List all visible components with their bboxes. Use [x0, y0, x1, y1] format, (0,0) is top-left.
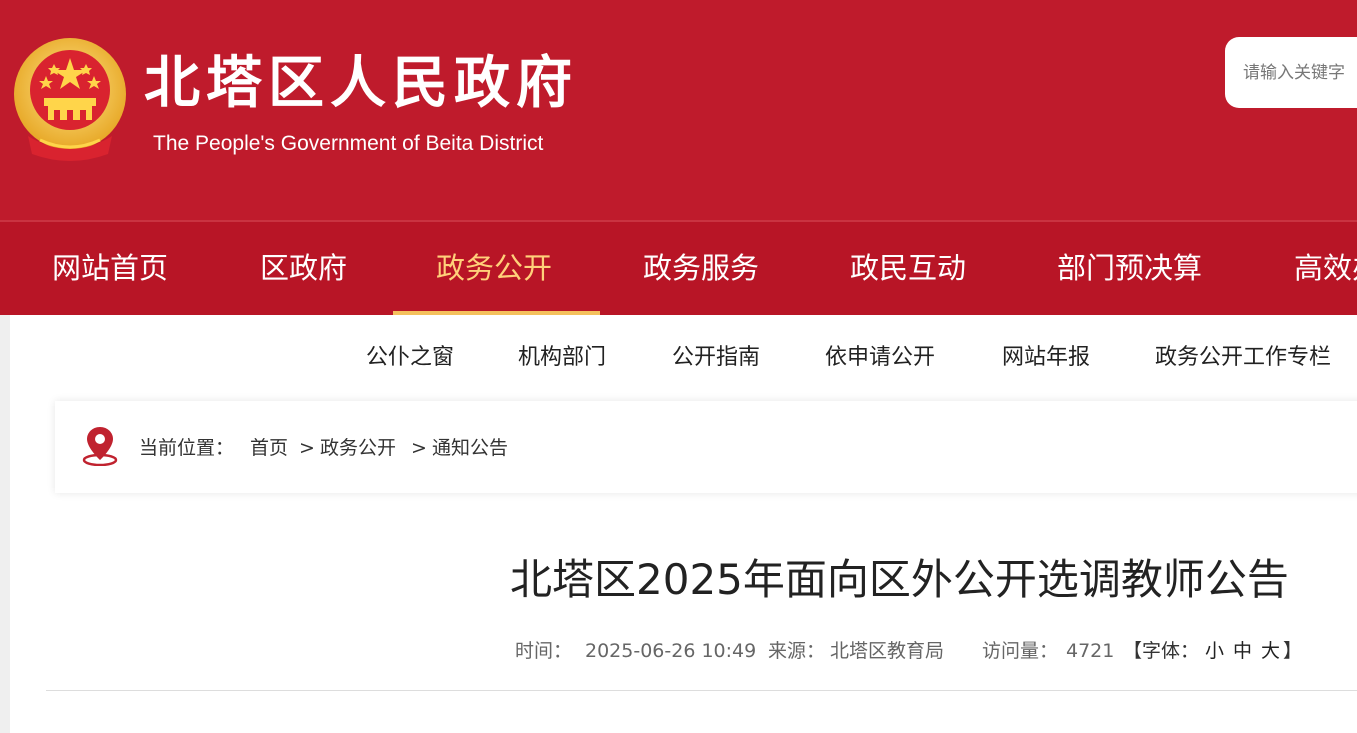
breadcrumb-disclosure-link[interactable]: 政务公开 [320, 433, 396, 463]
font-size-medium-button[interactable]: 中 [1233, 636, 1252, 666]
subnav-item-annual-report[interactable]: 网站年报 [1002, 336, 1090, 380]
meta-source-value: 北塔区教育局 [830, 640, 945, 662]
breadcrumb: 当前位置： 首页 > 政务公开 > 通知公告 [55, 401, 1357, 493]
subnav-item-disclosure-column[interactable]: 政务公开工作专栏 [1155, 336, 1331, 380]
national-emblem-icon [14, 38, 126, 161]
nav-item-efficient-service[interactable]: 高效办成一件事 [1294, 222, 1357, 315]
meta-time-value: 2025-06-26 10:49 [585, 640, 757, 662]
breadcrumb-separator: > [411, 437, 427, 459]
site-subtitle: The People's Government of Beita Distric… [153, 132, 544, 155]
meta-divider [46, 690, 1357, 691]
meta-source-label: 来源： [768, 640, 826, 662]
subnav-item-departments[interactable]: 机构部门 [518, 336, 606, 380]
location-pin-icon [82, 427, 118, 466]
font-size-small-button[interactable]: 小 [1205, 636, 1224, 666]
breadcrumb-notice-link[interactable]: 通知公告 [432, 433, 508, 463]
meta-views-label: 访问量： [982, 640, 1059, 662]
subnav-item-apply-disclosure[interactable]: 依申请公开 [825, 336, 935, 380]
breadcrumb-prefix: 当前位置： [139, 437, 235, 459]
site-title: 北塔区人民政府 [144, 51, 578, 116]
nav-item-district-government[interactable]: 区政府 [260, 222, 347, 315]
nav-item-home[interactable]: 网站首页 [52, 222, 168, 315]
nav-active-indicator [393, 311, 600, 315]
site-header: 北塔区人民政府 The People's Government of Beita… [0, 0, 1357, 220]
font-size-large-button[interactable]: 大 [1261, 636, 1280, 666]
font-size-label: 【字体： [1123, 640, 1200, 662]
nav-item-government-affairs-disclosure[interactable]: 政务公开 [436, 222, 552, 315]
subnav-item-officials[interactable]: 公仆之窗 [366, 336, 454, 380]
nav-item-government-services[interactable]: 政务服务 [643, 222, 759, 315]
breadcrumb-home-link[interactable]: 首页 [250, 433, 288, 463]
article-title: 北塔区2025年面向区外公开选调教师公告 [510, 555, 1289, 604]
nav-item-public-interaction[interactable]: 政民互动 [850, 222, 966, 315]
font-size-close: 】 [1283, 640, 1303, 662]
breadcrumb-separator: > [299, 437, 315, 459]
subnav-item-disclosure-guide[interactable]: 公开指南 [672, 336, 760, 380]
search-input[interactable] [1225, 37, 1357, 108]
main-nav: 网站首页 区政府 政务公开 政务服务 政民互动 部门预决算 高效办成一件事 [0, 220, 1357, 315]
left-gutter [0, 315, 10, 733]
nav-item-department-budget[interactable]: 部门预决算 [1057, 222, 1202, 315]
meta-views-value: 4721 [1066, 640, 1115, 662]
meta-time-label: 时间： [515, 640, 573, 662]
